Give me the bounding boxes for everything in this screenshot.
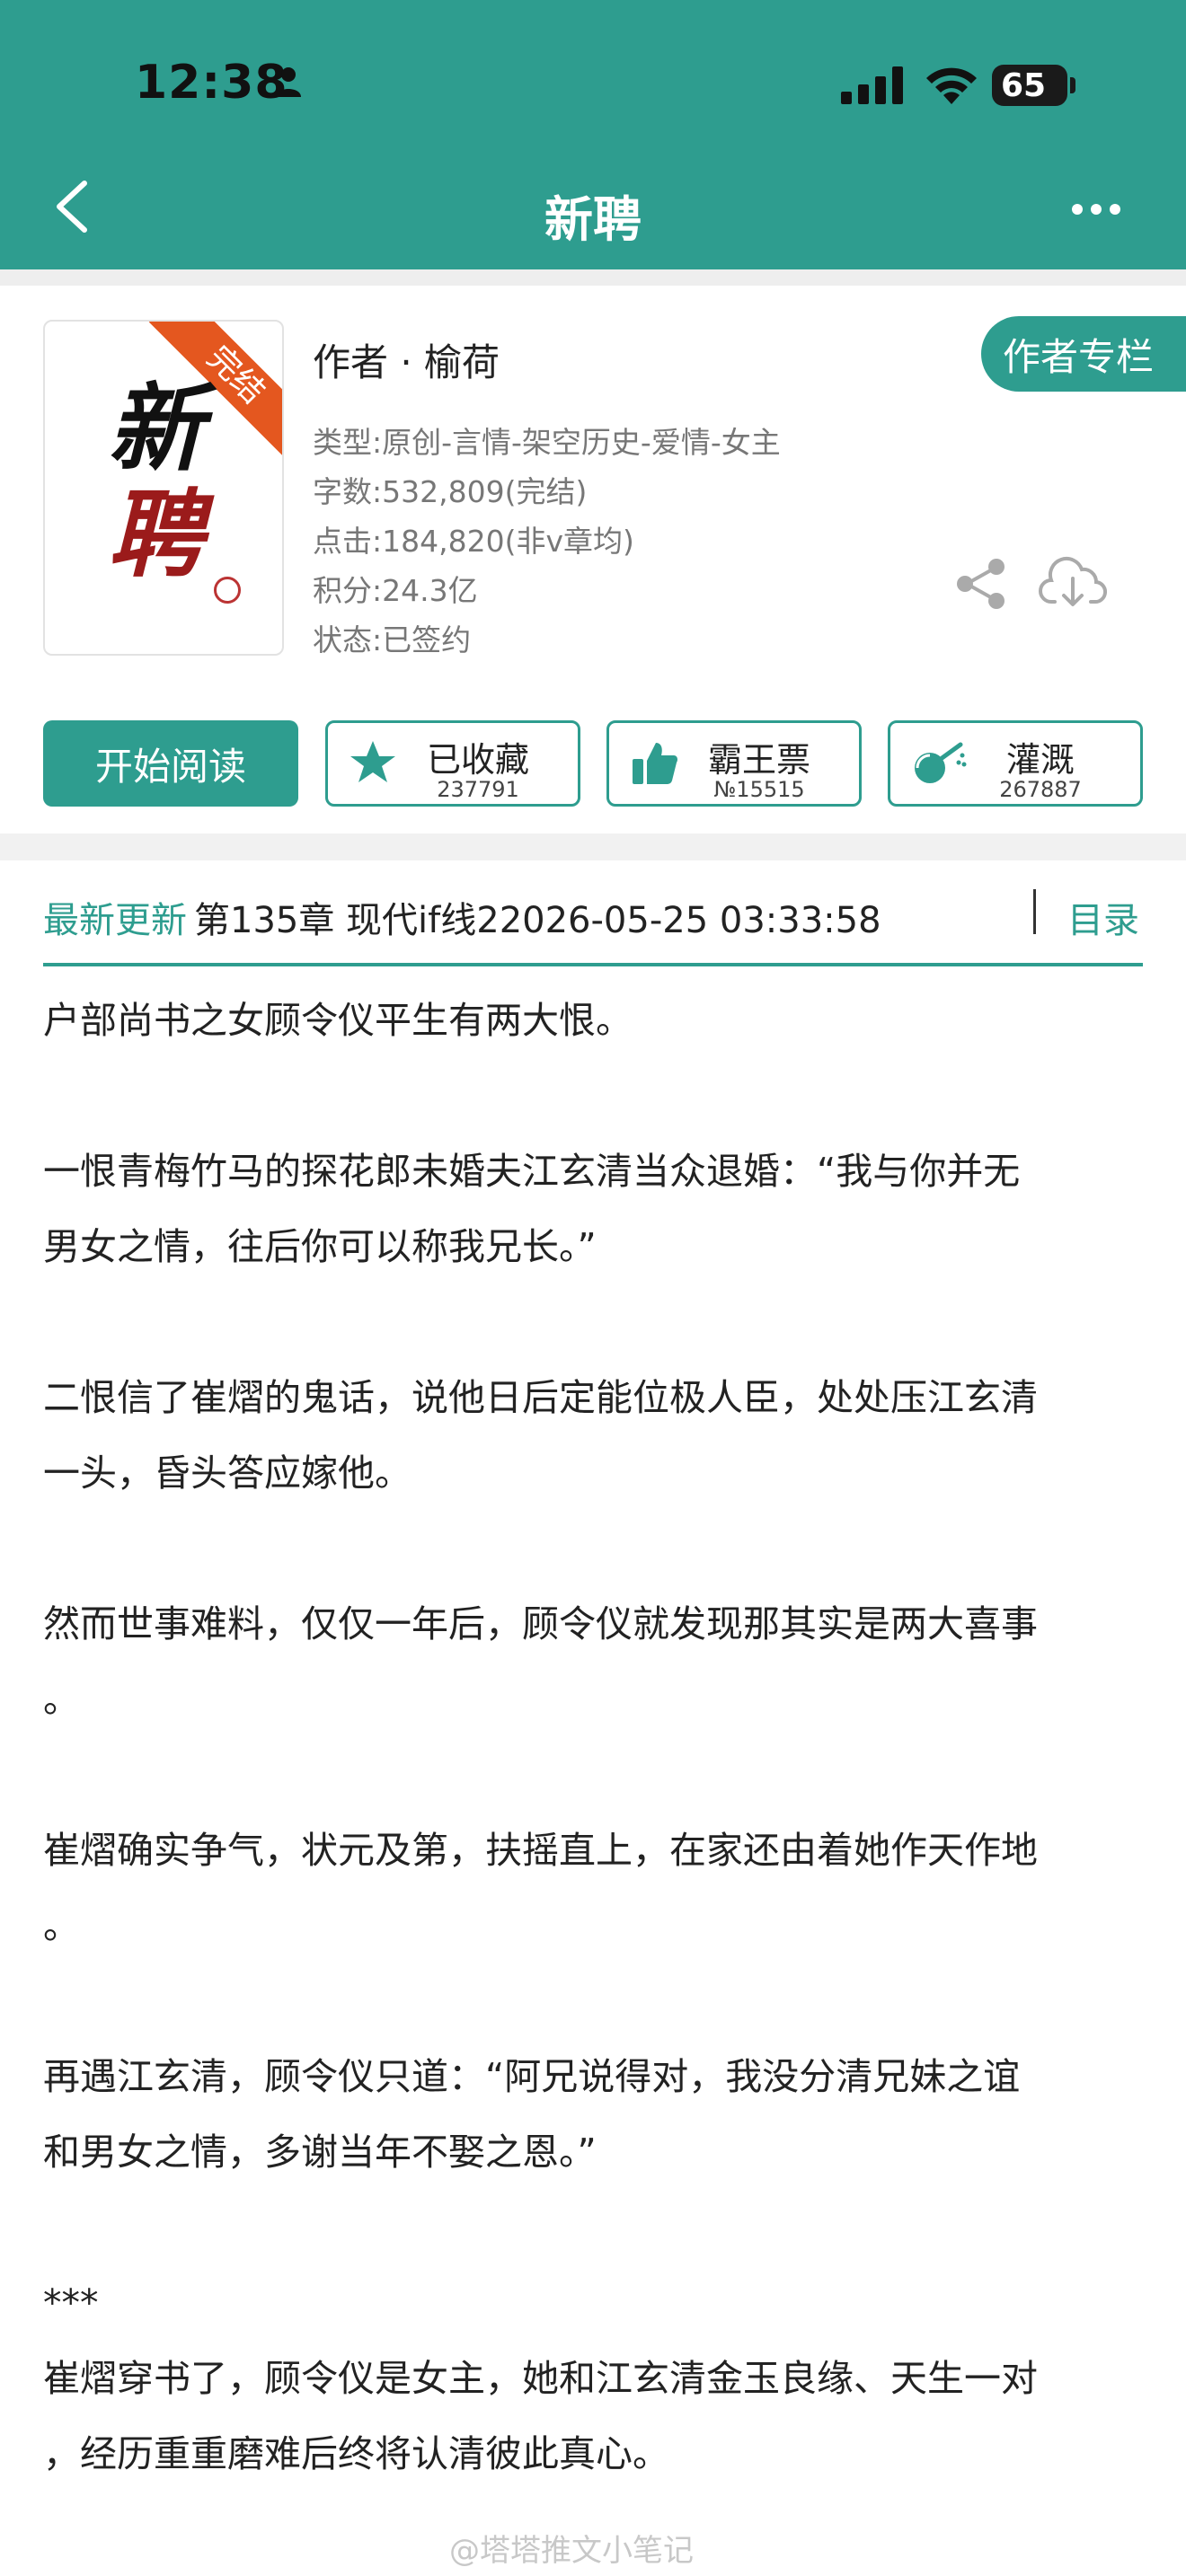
- action-buttons: 开始阅读 已收藏 237791 霸王票 №15515 灌溉 267887: [0, 720, 1186, 808]
- page-title: 新聘: [544, 191, 642, 248]
- battery-indicator: 65: [992, 65, 1067, 106]
- start-reading-button[interactable]: 开始阅读: [43, 720, 298, 807]
- watermark-text: @塔塔推文小笔记: [449, 2533, 694, 2569]
- book-cover[interactable]: 完结 新 聘: [43, 320, 284, 656]
- info-score: 积分:24.3亿: [313, 573, 478, 608]
- water-button[interactable]: 灌溉 267887: [888, 720, 1143, 807]
- info-clicks: 点击:184,820(非v章均): [313, 524, 634, 559]
- status-time: 12:38: [135, 56, 288, 110]
- synopsis-line: 男女之情，往后你可以称我兄长。”: [43, 1225, 597, 1268]
- synopsis-line: ，经历重重磨难后终将认清彼此真心。: [43, 2432, 669, 2475]
- seal-mark: [214, 577, 241, 604]
- synopsis-blank: [43, 1963, 1148, 2039]
- battery-cap: [1070, 77, 1075, 93]
- author-column-button[interactable]: 作者专栏: [981, 316, 1186, 392]
- top-header: 12:38 65 新聘: [0, 0, 1186, 269]
- latest-chapter-text[interactable]: 第135章 现代if线22026-05-25 03:33:58: [194, 891, 881, 943]
- section-divider: [0, 269, 1186, 286]
- synopsis-blank: [43, 1511, 1148, 1586]
- book-info-card: 完结 新 聘 作者 · 榆荷 作者专栏 类型:原创-言情-架空历史-爱情-女主 …: [0, 286, 1186, 834]
- more-icon[interactable]: [1071, 203, 1121, 216]
- table-of-contents-link[interactable]: 目录: [1067, 891, 1139, 943]
- vote-label: 霸王票: [707, 740, 810, 780]
- battery-level: 65: [1001, 66, 1047, 104]
- vote-button[interactable]: 霸王票 №15515: [606, 720, 862, 807]
- accent-rule: [43, 963, 1143, 966]
- synopsis-line: 再遇江玄清，顾令仪只道：“阿兄说得对，我没分清兄妹之谊: [43, 2055, 1021, 2098]
- person-icon: [276, 67, 301, 97]
- cover-title-bottom: 聘: [108, 478, 203, 590]
- synopsis-line: 和男女之情，多谢当年不娶之恩。”: [43, 2130, 597, 2174]
- latest-update-label: 最新更新: [43, 900, 187, 941]
- wifi-icon: [926, 67, 977, 104]
- water-label: 灌溉: [1005, 740, 1075, 780]
- synopsis-blank: [43, 2190, 1148, 2265]
- info-word-count: 字数:532,809(完结): [313, 474, 588, 509]
- collect-count: 237791: [437, 777, 519, 802]
- synopsis-line: 一头，昏头答应嫁他。: [43, 1451, 412, 1495]
- synopsis-line: 崔熠确实争气，状元及第，扶摇直上，在家还由着她作天作地: [43, 1829, 1038, 1872]
- collect-label: 已收藏: [426, 740, 529, 780]
- cover-title-top: 新: [108, 372, 203, 484]
- section-divider: [0, 834, 1186, 860]
- synopsis-line: 户部尚书之女顾令仪平生有两大恨。: [43, 999, 633, 1042]
- synopsis-line: 二恨信了崔熠的鬼话，说他日后定能位极人臣，处处压江玄清: [43, 1376, 1038, 1419]
- signal-icon: [841, 66, 903, 104]
- vote-count: №15515: [713, 777, 805, 802]
- vertical-divider: [1033, 889, 1036, 934]
- info-genre: 类型:原创-言情-架空历史-爱情-女主: [313, 425, 781, 460]
- latest-update-bar[interactable]: 最新更新 第135章 现代if线22026-05-25 03:33:58 目录: [43, 889, 1143, 965]
- synopsis-line: 一恨青梅竹马的探花郎未婚夫江玄清当众退婚：“我与你并无: [43, 1150, 1021, 1193]
- synopsis-line: ***: [43, 2281, 99, 2325]
- synopsis-blank: [43, 1058, 1148, 1134]
- collect-button[interactable]: 已收藏 237791: [325, 720, 580, 807]
- book-synopsis: 户部尚书之女顾令仪平生有两大恨。 一恨青梅竹马的探花郎未婚夫江玄清当众退婚：“我…: [43, 983, 1148, 2492]
- share-icon[interactable]: [954, 557, 1008, 611]
- cover-calligraphy: 新 聘: [108, 375, 216, 587]
- synopsis-line: 然而世事难料，仅仅一年后，顾令仪就发现那其实是两大喜事: [43, 1602, 1038, 1645]
- synopsis-line: 。: [43, 1904, 80, 1947]
- download-icon[interactable]: [1039, 555, 1107, 609]
- water-count: 267887: [999, 777, 1082, 802]
- info-status: 状态:已签约: [313, 622, 472, 657]
- synopsis-line: 。: [43, 1678, 80, 1721]
- synopsis-line: 崔熠穿书了，顾令仪是女主，她和江玄清金玉良缘、天生一对: [43, 2357, 1038, 2400]
- synopsis-blank: [43, 1737, 1148, 1813]
- author-name[interactable]: 作者 · 榆荷: [313, 332, 500, 387]
- synopsis-blank: [43, 1284, 1148, 1360]
